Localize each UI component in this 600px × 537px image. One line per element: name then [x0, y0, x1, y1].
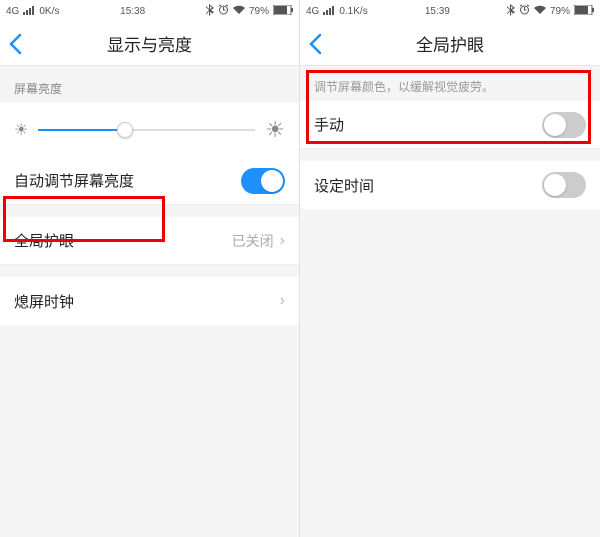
- chevron-right-icon: ›: [280, 232, 285, 250]
- status-bar: 4G 0.1K/s 15:39 79%: [300, 0, 600, 22]
- hint-text: 调节屏幕颜色，以缓解视觉疲劳。: [300, 66, 600, 101]
- screen-clock-label: 熄屏时钟: [14, 291, 74, 312]
- status-bar: 4G 0K/s 15:38 79%: [0, 0, 299, 22]
- brightness-section-label: 屏幕亮度: [0, 66, 299, 103]
- schedule-row: 设定时间: [300, 161, 600, 209]
- page-title: 显示与亮度: [0, 31, 299, 56]
- signal-icon: [23, 5, 35, 18]
- eye-care-row[interactable]: 全局护眼 已关闭 ›: [0, 217, 299, 265]
- chevron-right-icon: ›: [280, 292, 285, 310]
- schedule-label: 设定时间: [314, 175, 374, 196]
- time-label: 15:38: [120, 6, 145, 17]
- battery-icon: [273, 5, 293, 18]
- wifi-icon: [534, 5, 546, 17]
- signal-icon: [323, 5, 335, 18]
- eye-care-label: 全局护眼: [14, 230, 74, 251]
- network-label: 4G: [6, 6, 19, 17]
- speed-label: 0K/s: [39, 6, 59, 17]
- network-label: 4G: [306, 6, 319, 17]
- manual-row: 手动: [300, 101, 600, 149]
- nav-bar: 全局护眼: [300, 22, 600, 66]
- speed-label: 0.1K/s: [339, 6, 367, 17]
- time-label: 15:39: [425, 6, 450, 17]
- auto-brightness-toggle[interactable]: [241, 168, 285, 194]
- back-button[interactable]: [308, 22, 322, 65]
- page-title: 全局护眼: [300, 31, 600, 56]
- eye-care-value: 已关闭: [232, 231, 274, 251]
- battery-percent: 79%: [249, 6, 269, 17]
- battery-icon: [574, 5, 594, 18]
- back-button[interactable]: [8, 22, 22, 65]
- sun-small-icon: ☀: [14, 120, 28, 140]
- wifi-icon: [233, 5, 245, 17]
- auto-brightness-row: 自动调节屏幕亮度: [0, 157, 299, 205]
- bluetooth-icon: [507, 4, 515, 19]
- battery-percent: 79%: [550, 6, 570, 17]
- sun-large-icon: ☀: [265, 117, 285, 143]
- bluetooth-icon: [206, 4, 214, 19]
- alarm-icon: [519, 4, 530, 18]
- auto-brightness-label: 自动调节屏幕亮度: [14, 170, 134, 191]
- alarm-icon: [218, 4, 229, 18]
- nav-bar: 显示与亮度: [0, 22, 299, 66]
- screen-clock-row[interactable]: 熄屏时钟 ›: [0, 277, 299, 325]
- manual-toggle[interactable]: [542, 112, 586, 138]
- brightness-slider[interactable]: [38, 129, 255, 131]
- manual-label: 手动: [314, 114, 344, 135]
- brightness-slider-row: ☀ ☀: [0, 103, 299, 157]
- schedule-toggle[interactable]: [542, 172, 586, 198]
